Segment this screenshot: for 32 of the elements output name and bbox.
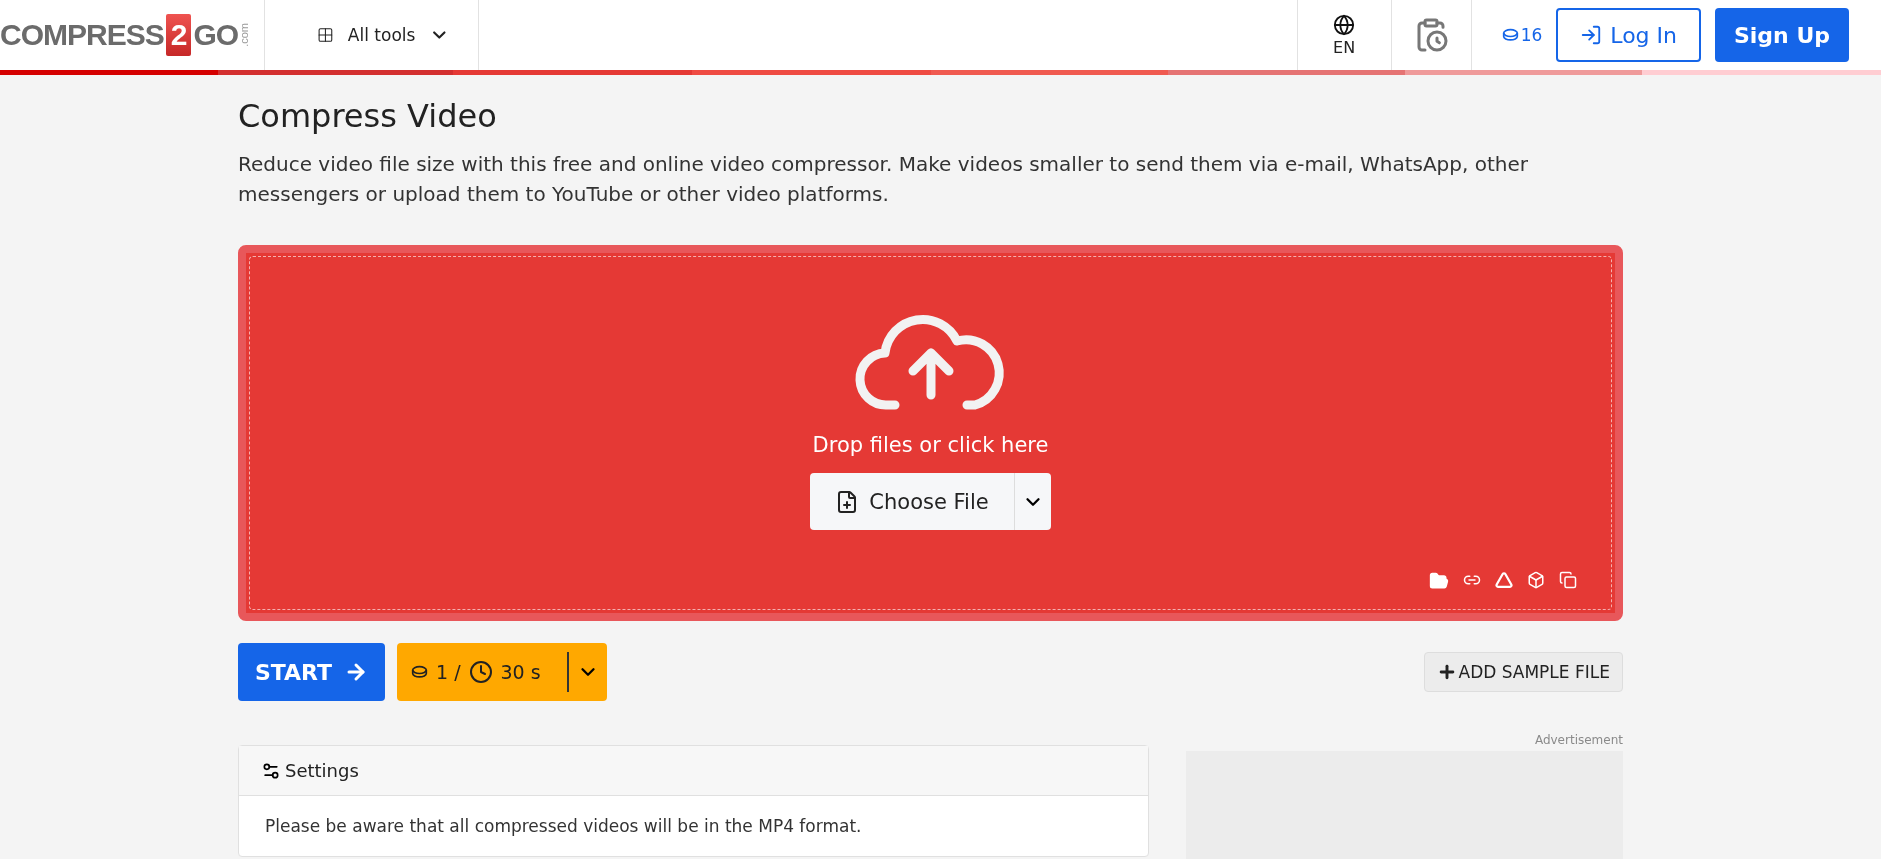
credit-cost: 1 / bbox=[436, 661, 461, 683]
start-button[interactable]: START bbox=[238, 643, 385, 701]
grid-icon bbox=[317, 26, 334, 44]
dropbox-button[interactable] bbox=[1527, 571, 1545, 591]
folder-icon bbox=[1429, 571, 1449, 591]
box-icon bbox=[1527, 571, 1545, 589]
coin-icon bbox=[411, 665, 428, 679]
add-sample-file-button[interactable]: ADD SAMPLE FILE bbox=[1423, 652, 1623, 692]
login-button[interactable]: Log In bbox=[1556, 8, 1701, 62]
cloud-upload-icon bbox=[854, 313, 1007, 413]
format-note: Please be aware that all compressed videos will be in the MP4 format. bbox=[264, 815, 863, 838]
advertisement-label: Advertisement bbox=[1534, 733, 1623, 747]
signup-button[interactable]: Sign Up bbox=[1715, 8, 1849, 62]
history-button[interactable] bbox=[1390, 0, 1472, 70]
clipboard-button[interactable] bbox=[1559, 571, 1577, 591]
login-icon bbox=[1580, 24, 1603, 46]
drop-prompt: Drop files or click here bbox=[812, 433, 1049, 457]
credits-counter[interactable]: 16 bbox=[1501, 25, 1543, 45]
source-dropdown-button[interactable] bbox=[1014, 473, 1051, 530]
choose-file-button[interactable]: Choose File bbox=[810, 473, 1014, 530]
triangle-icon bbox=[1495, 571, 1513, 589]
folder-button[interactable] bbox=[1429, 571, 1449, 591]
settings-title: Settings bbox=[285, 760, 359, 781]
page-title: Compress Video bbox=[238, 97, 498, 135]
drive-button[interactable] bbox=[1495, 571, 1513, 591]
page-description: Reduce video file size with this free and online video compressor. Make videos smaller to send them via e-mail, WhatsApp, other messengers or upload them to YouTube or other video platforms. bbox=[238, 151, 1529, 208]
copy-icon bbox=[1559, 571, 1577, 589]
globe-icon bbox=[1333, 13, 1356, 36]
time-cost: 30 s bbox=[500, 661, 541, 683]
coin-icon bbox=[1501, 28, 1519, 42]
file-dropzone[interactable]: Drop files or click here Choose File bbox=[238, 245, 1623, 621]
clock-icon bbox=[468, 660, 493, 684]
